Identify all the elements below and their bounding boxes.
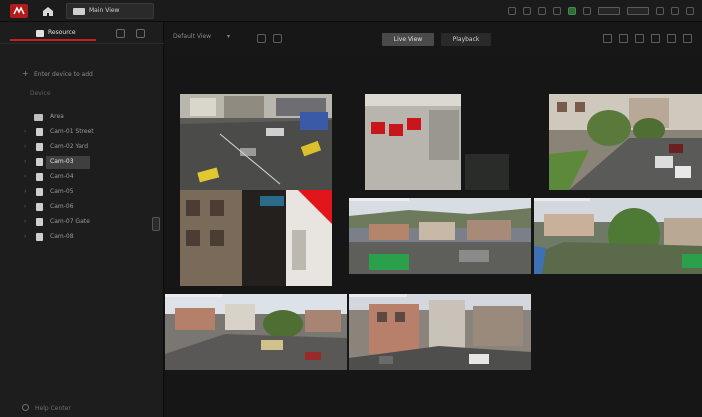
camera-icon [36,203,43,211]
network-icon[interactable] [583,7,591,15]
add-device-row[interactable]: + Enter device to add [0,67,164,83]
plus-icon: + [22,69,29,78]
tile-rooftops[interactable] [165,294,347,370]
screenshot-icon[interactable] [603,34,612,43]
video-grid [165,56,702,417]
sidebar-item-label: Cam-06 [50,203,74,210]
sidebar-item-device[interactable]: Area [0,110,164,125]
fullscreen-icon[interactable] [667,34,676,43]
device-section-label: Device [30,90,51,97]
user-icon[interactable] [598,7,620,15]
close-icon[interactable] [686,7,694,15]
chevron-right-icon[interactable]: › [24,173,26,180]
sidebar-item-label: Cam-04 [50,173,74,180]
sidebar-item-device[interactable]: › Cam-01 Street [0,125,164,140]
tile-interior-doorway[interactable] [365,94,513,190]
volume-icon[interactable] [635,34,644,43]
sidebar-item-label: Cam-08 [50,233,74,240]
sidebar-item-label: Cam-05 [50,188,74,195]
clock-icon [627,7,649,15]
window-division-icon[interactable] [651,34,660,43]
sidebar-item-label: Cam-01 Street [50,128,94,135]
app-logo-icon [10,4,28,18]
chevron-right-icon[interactable]: › [24,218,26,225]
grid-icon[interactable] [538,7,546,15]
resource-sidebar: Resource + Enter device to add Device Ar… [0,22,164,417]
device-group-icon [34,114,43,121]
record-icon[interactable] [619,34,628,43]
tab-main-view[interactable]: Main View [66,3,154,19]
tab-resource-label: Resource [48,29,76,36]
live-view-button[interactable]: Live View [382,33,434,46]
chevron-right-icon[interactable]: › [24,128,26,135]
sidebar-item-label: Cam-03 [50,158,74,165]
tile-yard-panorama-a[interactable] [349,198,531,274]
camera-icon [36,233,43,241]
sidebar-item-device[interactable]: › Cam-06 [0,200,164,215]
alarm-icon[interactable] [553,7,561,15]
maximize-icon[interactable] [671,7,679,15]
system-toolbar [508,5,694,17]
tile-yard-panorama-b[interactable] [534,198,702,274]
sidebar-item-device[interactable]: › Cam-03 [0,155,164,170]
camera-icon [36,188,43,196]
view-toolbar-icons [603,34,692,43]
help-center-link[interactable]: Help Center [22,404,71,412]
chevron-right-icon[interactable]: › [24,233,26,240]
sidebar-item-device[interactable]: › Cam-04 [0,170,164,185]
tile-alley-red-wall[interactable] [180,190,332,286]
camera-icon [36,128,43,136]
chevron-right-icon[interactable]: › [24,188,26,195]
tab-main-view-label: Main View [89,7,120,14]
chevron-right-icon[interactable]: › [24,143,26,150]
sidebar-item-device[interactable]: › Cam-05 [0,185,164,200]
camera-icon [36,173,43,181]
folder-icon [36,30,44,37]
add-device-label: Enter device to add [34,71,93,78]
view-select-value: Default View [173,33,212,40]
view-toolbar: Default View ▾ Live View Playback [165,22,702,56]
layout-icon[interactable] [273,34,282,43]
tile-street-parking[interactable] [180,94,332,190]
minimize-icon[interactable] [656,7,664,15]
sidebar-item-device[interactable]: › Cam-02 Yard [0,140,164,155]
monitor-icon [73,8,85,15]
collapse-icon[interactable] [257,34,266,43]
cpu-icon[interactable] [568,7,576,15]
help-icon [22,404,29,411]
sidebar-header: Resource [0,22,164,44]
device-tree: Area › Cam-01 Street › Cam-02 Yard › Cam-03 › Ca… [0,110,164,245]
sidebar-item-label: Cam-07 Gate [50,218,90,225]
help-center-label: Help Center [35,405,71,412]
share-icon[interactable] [508,7,516,15]
tile-building-closeup[interactable] [349,294,531,370]
camera-icon [36,143,43,151]
sidebar-item-device[interactable]: › Cam-07 Gate [0,215,164,230]
refresh-icon[interactable] [116,29,125,38]
chevron-right-icon[interactable]: › [24,158,26,165]
tile-residential-street[interactable] [549,94,702,190]
sidebar-item-label: Area [50,113,64,120]
title-bar: Main View [0,0,702,22]
settings-icon[interactable] [136,29,145,38]
sidebar-collapse-handle[interactable] [152,217,160,231]
chevron-down-icon: ▾ [227,33,231,40]
camera-icon [36,218,43,226]
sidebar-item-device[interactable]: › Cam-08 [0,230,164,245]
sidebar-item-label: Cam-02 Yard [50,143,89,150]
playback-button[interactable]: Playback [441,33,491,46]
more-icon[interactable] [683,34,692,43]
view-select[interactable]: Default View ▾ [173,33,235,45]
home-icon[interactable] [38,4,58,18]
tab-resource[interactable]: Resource [10,25,96,41]
chevron-right-icon[interactable]: › [24,203,26,210]
camera-icon [36,158,43,166]
alert-icon[interactable] [523,7,531,15]
